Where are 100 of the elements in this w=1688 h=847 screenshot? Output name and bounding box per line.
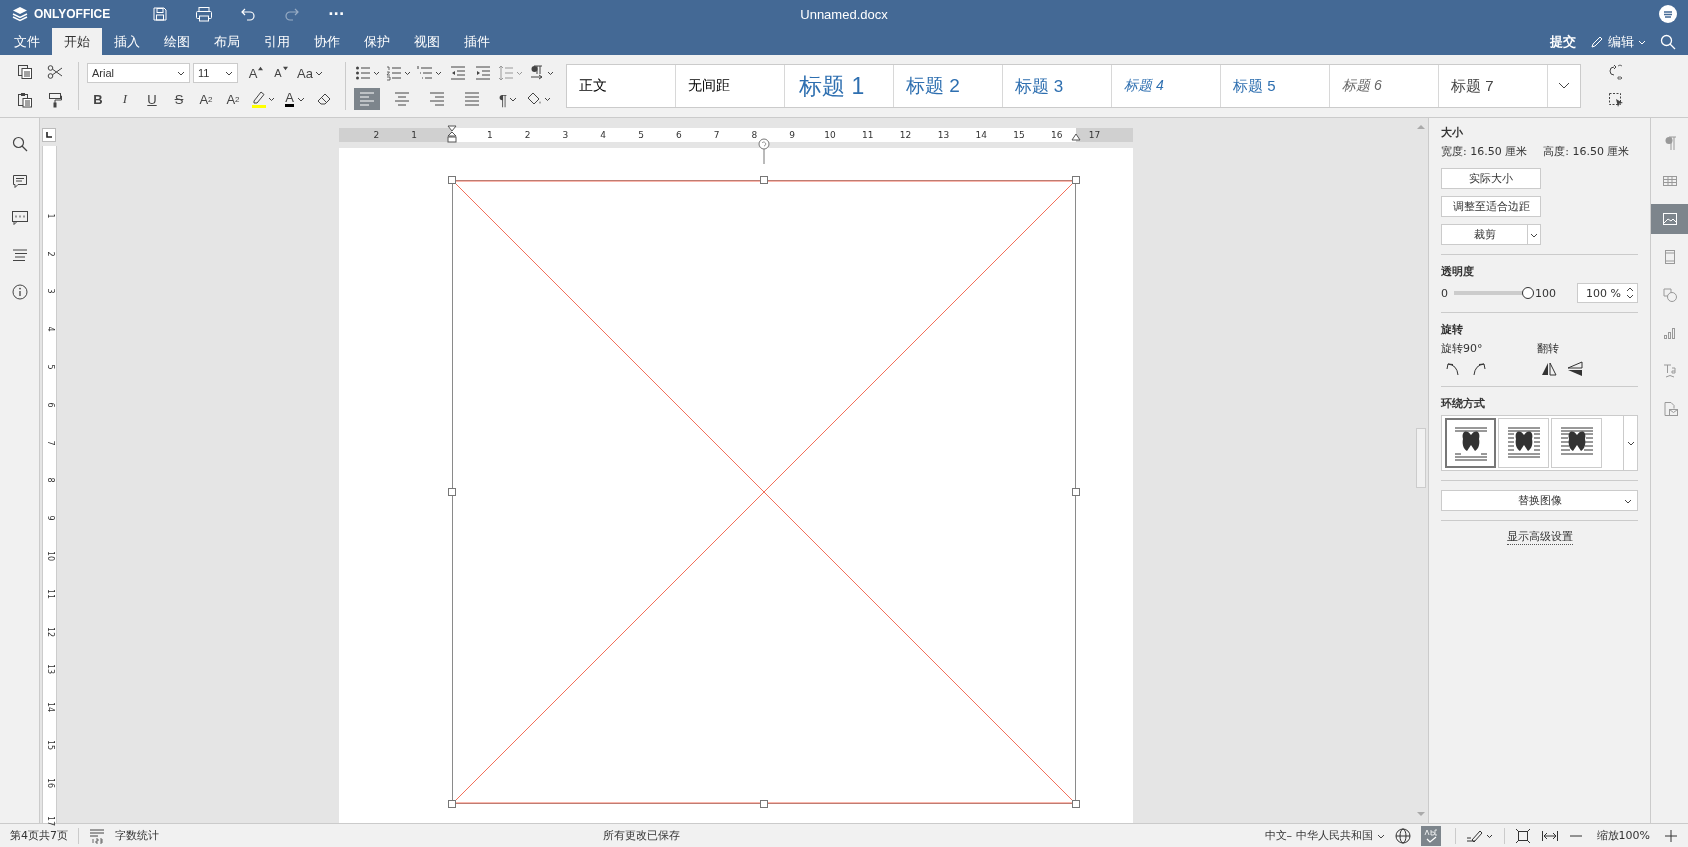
ruler-number: 8 [44, 476, 55, 485]
tab-stop-button[interactable] [42, 128, 56, 142]
menu-tab[interactable]: 协作 [302, 28, 352, 55]
edit-mode-icon [1590, 34, 1604, 49]
globe-icon[interactable] [1394, 827, 1411, 844]
menu-tab[interactable]: 开始 [52, 28, 102, 55]
menu-tab[interactable]: 视图 [402, 28, 452, 55]
rotate-right-icon[interactable] [1471, 361, 1487, 377]
font-size-field[interactable]: 11 [193, 63, 238, 83]
ruler-number: 2 [523, 129, 532, 142]
nonprinting-characters-button[interactable]: ¶ [494, 88, 522, 110]
style-preset[interactable]: 标题 1 [785, 65, 894, 107]
ruler-number: 15 [1013, 129, 1025, 142]
opacity-slider[interactable] [1454, 287, 1534, 299]
increase-font-button[interactable]: A [245, 62, 267, 84]
shading-icon [526, 91, 552, 107]
indent-marker-icon[interactable] [447, 125, 457, 143]
menu-tab[interactable]: 文件 [2, 28, 52, 55]
save-icon [152, 6, 169, 22]
zoom-in-icon[interactable] [1664, 828, 1678, 843]
panel-button[interactable]: 实际大小 [1441, 168, 1541, 189]
flip-vertical-icon[interactable] [1567, 361, 1583, 377]
comment-icon[interactable] [11, 173, 28, 189]
section-title: 旋转 [1441, 322, 1464, 337]
undo-icon [240, 6, 257, 22]
edit-mode-button[interactable]: 编辑 [1590, 32, 1646, 51]
increase-indent-icon [475, 65, 491, 81]
ruler-number: 5 [44, 363, 55, 372]
panel-button[interactable]: 调整至适合边距 [1441, 196, 1541, 217]
image-settings-tab[interactable] [1651, 204, 1688, 234]
italic-button[interactable]: I [114, 88, 136, 110]
rotate-left-icon[interactable] [1445, 361, 1461, 377]
language-selector[interactable]: 中文– 中华人民共和国 [1264, 828, 1385, 843]
underline-button[interactable]: U [141, 88, 163, 110]
decrease-font-button[interactable]: A [270, 62, 292, 84]
fit-page-icon[interactable] [1514, 827, 1531, 844]
right-indent-marker-icon[interactable] [1071, 133, 1081, 141]
ruler-number: 13 [44, 663, 55, 676]
navigation-icon[interactable] [11, 247, 28, 263]
crop-button[interactable]: 裁剪 [1441, 224, 1541, 245]
paste-icon [17, 92, 33, 108]
multilevel-list-icon [417, 65, 443, 81]
font-name-field[interactable]: Arial [87, 63, 190, 83]
word-count-button[interactable]: 字数统计 [115, 828, 159, 843]
style-preset[interactable]: 正文 [567, 65, 676, 107]
style-preset[interactable]: 标题 4 [1112, 65, 1221, 107]
ruler-number: 17 [44, 814, 55, 828]
print-icon [195, 6, 214, 22]
ruler-number: 1 [44, 212, 55, 221]
style-preset[interactable]: 无间距 [676, 65, 785, 107]
bold-button[interactable]: B [87, 88, 109, 110]
advanced-settings-link[interactable]: 显示高级设置 [1506, 530, 1573, 545]
menu-tab[interactable]: 绘图 [152, 28, 202, 55]
height-label: 高度: 16.50 厘米 [1543, 144, 1630, 159]
menu-tab[interactable]: 引用 [252, 28, 302, 55]
menu-tab[interactable]: 布局 [202, 28, 252, 55]
chat-icon[interactable] [10, 210, 29, 226]
avatar-icon[interactable] [1659, 5, 1677, 23]
flip-horizontal-icon[interactable] [1541, 361, 1557, 377]
mailmerge-settings-icon [1661, 401, 1678, 417]
scrollbar-thumb[interactable] [1416, 428, 1426, 488]
rotation-handle[interactable] [757, 138, 771, 164]
text-direction-icon [529, 65, 555, 81]
align-left-icon [359, 91, 375, 107]
superscript-button[interactable]: A$^{2}$ [195, 88, 217, 110]
font-color-button[interactable]: A [280, 88, 310, 110]
slider-thumb[interactable] [1522, 287, 1534, 299]
replace-image-button[interactable]: 替换图像 [1441, 490, 1638, 511]
change-case-button[interactable]: Aa [295, 62, 325, 84]
page-counter: 第4页共7页 [10, 828, 68, 843]
textart-settings-icon [1661, 363, 1678, 379]
replace-text-icon [1608, 64, 1624, 80]
style-preset[interactable]: 标题 5 [1221, 65, 1330, 107]
ruler-number: 10 [44, 549, 55, 563]
style-preset[interactable]: 标题 2 [894, 65, 1003, 107]
opacity-field[interactable]: 100 % [1577, 283, 1638, 303]
wrap-style-option[interactable] [1445, 418, 1496, 468]
strike-button[interactable]: S [168, 88, 190, 110]
menu-tab[interactable]: 保护 [352, 28, 402, 55]
search-icon[interactable] [11, 136, 28, 152]
ruler-number: 7 [44, 439, 55, 448]
ruler-number: 12 [44, 625, 55, 639]
shape-settings-icon [1661, 287, 1678, 303]
style-preset[interactable]: 标题 3 [1003, 65, 1112, 107]
search-icon[interactable] [1660, 33, 1676, 50]
word-count-icon[interactable] [89, 827, 105, 844]
ruler-number: 8 [750, 129, 759, 142]
info-icon[interactable] [11, 284, 28, 300]
wrap-style-option[interactable] [1551, 418, 1602, 468]
spellcheck-icon[interactable] [1420, 825, 1441, 846]
submit-button[interactable]: 提交 [1550, 32, 1576, 51]
wrap-style-option[interactable] [1498, 418, 1549, 468]
menu-tab[interactable]: 插件 [452, 28, 502, 55]
style-preset[interactable]: 标题 7 [1439, 65, 1548, 107]
ruler-number: 14 [44, 701, 55, 714]
more-button[interactable]: ··· [316, 2, 357, 26]
select-all-icon [1608, 92, 1624, 108]
menu-tab[interactable]: 插入 [102, 28, 152, 55]
style-preset[interactable]: 标题 6 [1330, 65, 1439, 107]
ruler-number: 13 [937, 129, 950, 142]
